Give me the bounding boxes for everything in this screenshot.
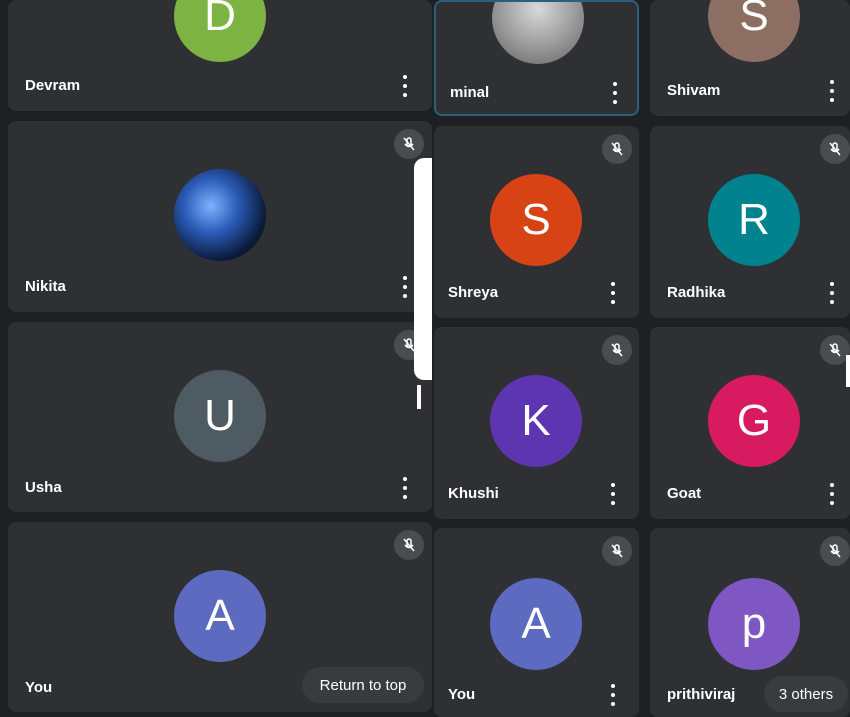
participant-tile-devram[interactable]: D Devram <box>8 0 432 111</box>
mic-off-icon <box>394 129 424 159</box>
participant-name: Shreya <box>448 284 499 301</box>
avatar: U <box>174 370 266 462</box>
avatar: R <box>708 174 800 266</box>
mic-off-icon <box>820 536 850 566</box>
participant-tile-minal[interactable]: minal <box>434 0 639 116</box>
mic-off-icon <box>820 134 850 164</box>
avatar-image <box>174 169 266 261</box>
participant-name: You <box>25 679 53 696</box>
grid-scrollbar[interactable] <box>846 355 850 387</box>
participant-name: Usha <box>25 479 62 496</box>
participant-tile-radhika[interactable]: R Radhika <box>650 126 850 318</box>
mic-off-icon <box>602 536 632 566</box>
participant-name: prithiviraj <box>667 686 736 703</box>
mic-off-icon <box>602 134 632 164</box>
more-options-icon[interactable] <box>402 276 408 298</box>
avatar: S <box>708 0 800 62</box>
participant-tile-you[interactable]: A You Return to top <box>8 522 432 712</box>
side-panel-edge <box>414 158 432 380</box>
more-options-icon[interactable] <box>829 483 835 505</box>
participant-tile-shreya[interactable]: S Shreya <box>434 126 639 318</box>
participant-name: Devram <box>25 77 81 94</box>
more-options-icon[interactable] <box>402 75 408 97</box>
participant-name: Khushi <box>448 485 499 502</box>
more-options-icon[interactable] <box>610 483 616 505</box>
participant-name: minal <box>450 84 490 101</box>
more-options-icon[interactable] <box>610 684 616 706</box>
others-count-button[interactable]: 3 others <box>764 676 848 712</box>
participant-tile-you-2[interactable]: A You <box>434 528 639 717</box>
participant-tile-prithiviraj[interactable]: p prithiviraj 3 others <box>650 528 850 717</box>
return-to-top-button[interactable]: Return to top <box>302 667 424 703</box>
participant-tile-khushi[interactable]: K Khushi <box>434 327 639 519</box>
participant-tile-goat[interactable]: G Goat <box>650 327 850 519</box>
participant-tile-shivam[interactable]: S Shivam <box>650 0 850 116</box>
avatar-image <box>492 2 584 64</box>
avatar: A <box>490 578 582 670</box>
avatar: D <box>174 0 266 62</box>
participant-name: Goat <box>667 485 702 502</box>
participant-tile-usha[interactable]: U Usha <box>8 322 432 512</box>
participant-name: You <box>448 686 476 703</box>
avatar: K <box>490 375 582 467</box>
meeting-grid: D Devram Nikita U Usha A You Return to t… <box>0 0 850 717</box>
participant-name: Shivam <box>667 82 721 99</box>
participant-name: Nikita <box>25 278 66 295</box>
mic-off-icon <box>602 335 632 365</box>
more-options-icon[interactable] <box>829 80 835 102</box>
more-options-icon[interactable] <box>402 477 408 499</box>
avatar: G <box>708 375 800 467</box>
more-options-icon[interactable] <box>610 282 616 304</box>
mic-off-icon <box>394 530 424 560</box>
avatar: S <box>490 174 582 266</box>
more-options-icon[interactable] <box>612 82 618 104</box>
more-options-icon[interactable] <box>829 282 835 304</box>
avatar: A <box>174 570 266 662</box>
participant-name: Radhika <box>667 284 726 301</box>
participant-tile-nikita[interactable]: Nikita <box>8 121 432 312</box>
scrollbar[interactable] <box>417 385 421 409</box>
avatar: p <box>708 578 800 670</box>
